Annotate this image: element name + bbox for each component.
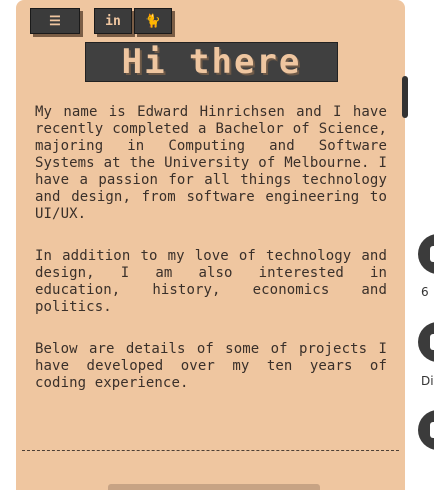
side-action-label-1: 6 bbox=[421, 285, 429, 299]
menu-button[interactable]: ☰ bbox=[30, 8, 80, 34]
next-section-header bbox=[108, 484, 320, 490]
github-button[interactable]: 🐈 bbox=[134, 8, 172, 34]
side-action-button-3[interactable] bbox=[418, 410, 434, 450]
page: ☰ in 🐈 Hi there My name is Edward Hinric… bbox=[0, 0, 434, 490]
side-action-button-1[interactable] bbox=[418, 234, 434, 274]
linkedin-button[interactable]: in bbox=[94, 8, 132, 34]
side-action-icon bbox=[430, 246, 434, 262]
profile-card: ☰ in 🐈 Hi there My name is Edward Hinric… bbox=[16, 0, 405, 490]
title-banner: Hi there bbox=[85, 42, 338, 82]
bio-paragraph-intro: My name is Edward Hinrichsen and I have … bbox=[35, 104, 387, 222]
social-links: in 🐈 bbox=[94, 8, 172, 34]
bio-paragraph-projects: Below are details of some of projects I … bbox=[35, 341, 387, 391]
github-icon: 🐈 bbox=[144, 13, 162, 29]
section-divider bbox=[22, 450, 399, 451]
side-action-icon bbox=[430, 422, 434, 438]
bio-paragraph-interests: In addition to my love of technology and… bbox=[35, 248, 387, 315]
scrollbar-thumb[interactable] bbox=[402, 76, 408, 118]
top-toolbar: ☰ in 🐈 bbox=[30, 8, 172, 34]
bio-content: My name is Edward Hinrichsen and I have … bbox=[35, 104, 387, 417]
page-title: Hi there bbox=[121, 42, 302, 82]
side-action-label-2: Di bbox=[421, 374, 434, 388]
side-action-icon bbox=[430, 334, 434, 350]
linkedin-icon: in bbox=[105, 13, 121, 29]
hamburger-menu-icon: ☰ bbox=[49, 13, 61, 29]
side-action-button-2[interactable] bbox=[418, 322, 434, 362]
